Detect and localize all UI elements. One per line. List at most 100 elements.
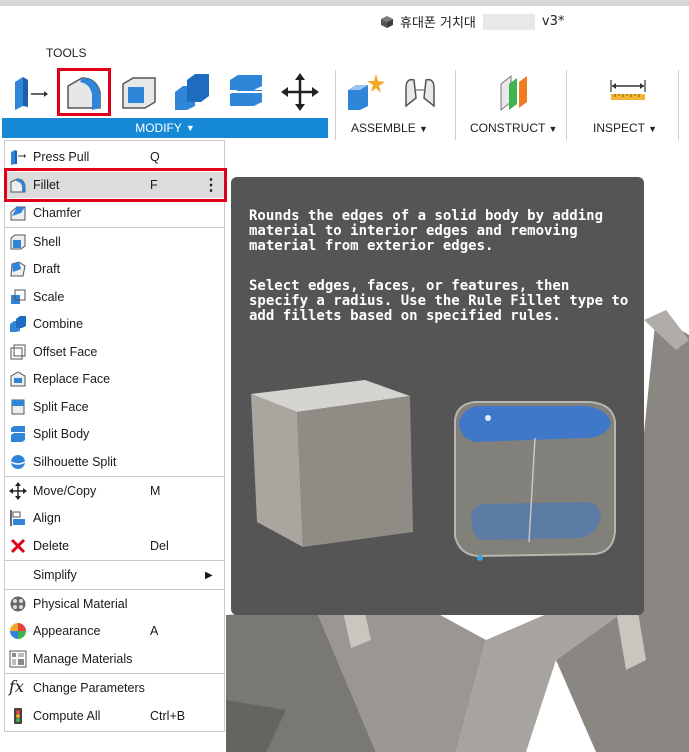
- joint-tool-icon[interactable]: [400, 72, 440, 112]
- menu-item-draft[interactable]: Draft: [5, 256, 224, 282]
- menu-item-split-face[interactable]: Split Face: [5, 394, 224, 420]
- toolbar-separator: [455, 70, 456, 140]
- menu-item-label: Scale: [33, 290, 65, 304]
- caret-down-icon: ▼: [648, 124, 658, 134]
- fillet-tool-highlight: [57, 68, 111, 116]
- menu-item-move-copy[interactable]: Move/Copy M: [5, 478, 224, 504]
- menu-item-press-pull[interactable]: Press Pull Q: [5, 144, 224, 170]
- menu-item-split-body[interactable]: Split Body: [5, 421, 224, 447]
- tooltip-description: Rounds the edges of a solid body by addi…: [249, 208, 604, 254]
- move-icon: [9, 482, 27, 500]
- menu-item-label: Split Face: [33, 400, 89, 414]
- fillet-menu-highlight: [4, 168, 227, 202]
- menu-item-replace-face[interactable]: Replace Face: [5, 366, 224, 392]
- menu-item-label: Align: [33, 511, 61, 525]
- menu-item-shortcut: Del: [150, 539, 169, 553]
- menu-item-shortcut: M: [150, 484, 161, 498]
- menu-item-label: Replace Face: [33, 372, 111, 386]
- chamfer-icon: [10, 206, 26, 221]
- split-body-icon: [11, 426, 25, 442]
- menu-separator: [5, 589, 224, 590]
- assemble-label: ASSEMBLE: [351, 121, 416, 135]
- menu-item-label: Chamfer: [33, 206, 81, 220]
- menu-item-label: Split Body: [33, 427, 90, 441]
- press-pull-tool-icon[interactable]: [11, 72, 51, 112]
- menu-item-shortcut: A: [150, 624, 159, 638]
- document-title: 휴대폰 거치대 v3*: [380, 12, 564, 31]
- menu-item-shortcut: Q: [150, 150, 160, 164]
- menu-item-label: Appearance: [33, 624, 101, 638]
- menu-item-align[interactable]: Align: [5, 505, 224, 531]
- menu-item-label: Simplify: [33, 568, 77, 582]
- menu-item-label: Silhouette Split: [33, 455, 117, 469]
- modify-label: MODIFY: [135, 121, 182, 135]
- caret-down-icon: ▼: [548, 124, 558, 134]
- menu-item-change-parameters[interactable]: fx Change Parameters: [5, 675, 224, 701]
- menu-item-shell[interactable]: Shell: [5, 229, 224, 255]
- align-icon: [10, 510, 25, 526]
- menu-item-label: Change Parameters: [33, 681, 145, 695]
- submenu-arrow-icon: ▶: [205, 569, 213, 581]
- tools-tab-label[interactable]: TOOLS: [46, 46, 86, 60]
- menu-item-chamfer[interactable]: Chamfer: [5, 200, 224, 226]
- inspect-dropdown-button[interactable]: INSPECT ▼: [593, 121, 657, 135]
- menu-item-physical-material[interactable]: Physical Material: [5, 591, 224, 617]
- menu-item-appearance[interactable]: Appearance A: [5, 618, 224, 644]
- delete-icon: [10, 538, 26, 554]
- combine-tool-icon[interactable]: [173, 72, 213, 112]
- toolbar-separator: [678, 70, 679, 140]
- menu-item-simplify[interactable]: Simplify ▶: [5, 562, 224, 588]
- move-tool-icon[interactable]: [280, 72, 320, 112]
- menu-item-combine[interactable]: Combine: [5, 311, 224, 337]
- modify-dropdown-button[interactable]: MODIFY ▼: [2, 118, 328, 138]
- menu-item-scale[interactable]: Scale: [5, 284, 224, 310]
- menu-item-label: Compute All: [33, 709, 101, 723]
- menu-item-manage-materials[interactable]: Manage Materials: [5, 646, 224, 672]
- silhouette-split-icon: [10, 455, 26, 469]
- replace-face-icon: [10, 371, 26, 387]
- new-component-tool-icon[interactable]: [346, 72, 386, 112]
- toolbar-separator: [335, 70, 336, 140]
- tooltip-instructions: Select edges, faces, or features, then s…: [249, 278, 629, 324]
- menu-item-label: Press Pull: [33, 150, 90, 164]
- menu-item-shortcut: Ctrl+B: [150, 709, 186, 723]
- menu-item-compute-all[interactable]: Compute All Ctrl+B: [5, 703, 224, 729]
- caret-down-icon: ▼: [419, 124, 428, 134]
- assemble-dropdown-button[interactable]: ASSEMBLE ▼: [351, 121, 428, 135]
- menu-item-offset-face[interactable]: Offset Face: [5, 339, 224, 365]
- draft-icon: [10, 261, 26, 277]
- combine-icon: [10, 316, 26, 332]
- document-version: v3*: [541, 14, 565, 29]
- toolbar-separator: [566, 70, 567, 140]
- manage-materials-icon: [9, 650, 27, 668]
- construct-plane-tool-icon[interactable]: [495, 72, 535, 112]
- menu-separator: [5, 673, 224, 674]
- construct-dropdown-button[interactable]: CONSTRUCT ▼: [470, 121, 557, 135]
- menu-separator: [5, 227, 224, 228]
- menu-item-label: Offset Face: [33, 345, 98, 359]
- fillet-illustration: [251, 380, 616, 561]
- measure-tool-icon[interactable]: [608, 72, 648, 112]
- fx-icon: fx: [9, 677, 24, 696]
- split-face-icon: [11, 399, 25, 415]
- modify-menu: Press Pull Q Fillet F ⋮ Chamfer Shell Dr…: [4, 140, 225, 732]
- menu-item-label: Draft: [33, 262, 61, 276]
- menu-item-silhouette-split[interactable]: Silhouette Split: [5, 449, 224, 475]
- menu-item-label: Combine: [33, 317, 84, 331]
- menu-item-label: Manage Materials: [33, 652, 133, 666]
- menu-item-label: Delete: [33, 539, 70, 553]
- press-pull-icon: [11, 150, 26, 165]
- shell-tool-icon[interactable]: [119, 72, 159, 112]
- redacted-region: [482, 13, 535, 30]
- window-top-bar: [0, 0, 689, 6]
- caret-down-icon: ▼: [185, 123, 195, 133]
- split-body-tool-icon[interactable]: [226, 72, 266, 112]
- inspect-label: INSPECT: [593, 121, 645, 135]
- shell-icon: [10, 234, 26, 250]
- document-cube-icon: [381, 15, 393, 28]
- fillet-tooltip: Rounds the edges of a solid body by addi…: [231, 177, 644, 615]
- menu-item-delete[interactable]: Delete Del: [5, 533, 224, 559]
- compute-all-icon: [14, 708, 22, 724]
- menu-separator: [5, 476, 224, 477]
- physical-material-icon: [10, 596, 26, 612]
